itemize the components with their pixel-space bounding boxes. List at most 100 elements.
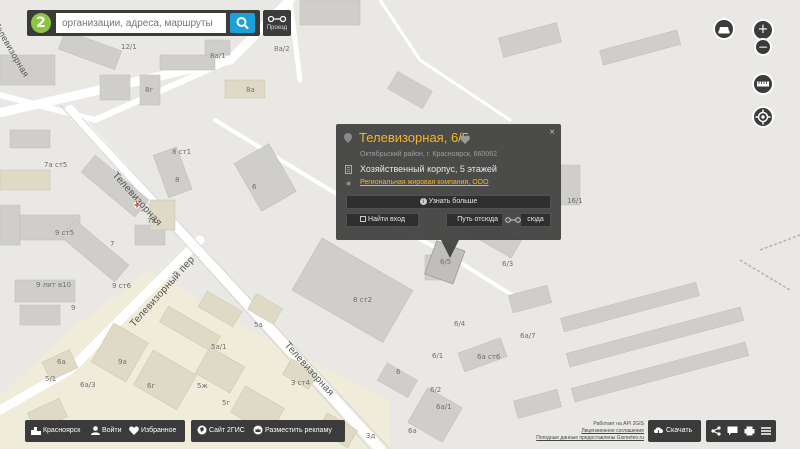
find-entrance-button[interactable]: Найти вход	[346, 213, 419, 227]
ruler-button[interactable]	[752, 73, 774, 95]
ruler-icon	[757, 81, 769, 87]
building-label: 5а/1	[211, 343, 227, 351]
popup-description: Хозяйственный корпус, 5 этажей	[360, 164, 497, 174]
zoom-out-button[interactable]: −	[754, 38, 772, 56]
user-icon	[91, 425, 100, 435]
building-label: 6а/7	[520, 332, 536, 340]
print-icon[interactable]	[744, 426, 755, 436]
building-label: 9 ст5	[55, 229, 75, 237]
building-label: 9	[71, 304, 76, 312]
railway	[739, 234, 800, 291]
building-label: 12/1	[121, 43, 137, 51]
building-label: 5ж	[197, 382, 208, 390]
popup-firm-link[interactable]: Региональная жировая компания, ООО	[360, 179, 489, 186]
site-2gis-link[interactable]: Сайт 2ГИС	[197, 420, 245, 442]
building-label: 6а	[57, 358, 66, 366]
geolocation-button[interactable]	[752, 106, 774, 128]
popup-title: Телевизорная, 6/5	[359, 130, 470, 145]
city-label: Красноярск	[42, 427, 81, 434]
building-label: 6а/1	[436, 403, 452, 411]
route-icon	[267, 15, 287, 23]
bottom-site-bar: Сайт 2ГИС Разместить рекламу	[191, 420, 345, 442]
city-selector[interactable]: Красноярск	[31, 420, 80, 442]
favorites-label: Избранное	[140, 427, 177, 434]
login-button[interactable]: Войти	[91, 420, 122, 442]
popup-close-button[interactable]: ×	[549, 127, 555, 138]
building-label: 8а/2	[274, 45, 290, 53]
comment-icon[interactable]	[727, 426, 738, 436]
more-info-label: Узнать больше	[428, 198, 478, 205]
building-label: 6а/3	[80, 381, 96, 389]
building-label: 8 ст1	[172, 148, 192, 156]
building-label: 6/3	[502, 260, 514, 268]
bottom-left-bar: Красноярск Войти Избранное	[25, 420, 185, 442]
attribution-api[interactable]: Работает на API 2GIS	[593, 421, 644, 427]
pin-icon	[344, 133, 352, 143]
traffic-button[interactable]	[713, 18, 735, 40]
search-button[interactable]	[230, 13, 255, 33]
ads-link[interactable]: Разместить рекламу	[253, 420, 332, 442]
building-label: 8г	[145, 86, 154, 94]
building-label: 7а ст5	[44, 161, 68, 169]
building-label: 9а	[118, 358, 127, 366]
globe-icon	[197, 425, 207, 435]
city-icon	[31, 426, 41, 435]
cloud-download-icon	[654, 427, 663, 435]
building-label: 6	[396, 368, 401, 376]
building-label: 8	[175, 176, 180, 184]
share-icon[interactable]	[711, 426, 721, 436]
heart-icon	[129, 426, 139, 435]
building-label: 3 ст4	[291, 379, 311, 387]
building-label: 6а	[408, 427, 417, 435]
more-info-button[interactable]: i Узнать больше	[346, 195, 551, 209]
route-link-icon	[505, 217, 521, 223]
popup-address: Октябрьский район, г. Красноярск, 660062	[360, 151, 498, 158]
building-label: 6г	[147, 382, 156, 390]
building-label: 6/4	[454, 320, 466, 328]
attribution-license[interactable]: Лицензионное соглашение	[581, 428, 644, 434]
bullet-icon	[346, 181, 351, 186]
search-input[interactable]	[56, 13, 226, 33]
building-label: 5г	[222, 399, 231, 407]
building-label: 8 ст2	[353, 296, 373, 304]
attribution-weather[interactable]: Погодные данные предоставлены Gismeteo.r…	[536, 435, 644, 441]
building-label: 6а ст6	[477, 353, 501, 361]
building-label: 6	[252, 183, 257, 191]
favorite-heart-icon[interactable]	[460, 135, 470, 144]
car-icon	[718, 27, 730, 34]
route-button[interactable]: Проезд	[263, 10, 291, 36]
search-bar: 2	[27, 10, 260, 36]
ads-label: Разместить рекламу	[264, 427, 332, 434]
building-popup: Телевизорная, 6/5 × Октябрьский район, г…	[336, 124, 561, 240]
building-icon	[345, 165, 352, 174]
site-2gis-label: Сайт 2ГИС	[208, 427, 245, 434]
popup-pointer	[441, 240, 459, 258]
route-from-label: Путь отсюда	[457, 216, 498, 223]
crown-icon	[253, 425, 263, 435]
building-label: 16/1	[567, 197, 583, 205]
location-target-icon	[755, 109, 771, 125]
search-icon	[236, 17, 249, 30]
route-label: Проезд	[266, 25, 288, 31]
favorites-button[interactable]: Избранное	[129, 420, 176, 442]
building-label: 3д	[366, 432, 376, 440]
building-label: 9 ст6	[112, 282, 132, 290]
download-item: Скачать	[653, 420, 692, 442]
tools-bar	[706, 420, 776, 442]
building-label: 6/5	[440, 258, 452, 266]
route-to-button[interactable]: сюда	[521, 213, 551, 227]
download-label: Скачать	[665, 427, 693, 434]
building-label: 5а	[254, 321, 263, 329]
route-from-button[interactable]: Путь отсюда	[446, 213, 502, 227]
find-entrance-label: Найти вход	[368, 216, 405, 223]
download-button[interactable]: Скачать	[648, 420, 701, 442]
2gis-logo-icon[interactable]: 2	[31, 13, 51, 33]
building-label: 8а/1	[210, 52, 226, 60]
building-label: 7	[110, 240, 115, 248]
building-label: 5/1	[45, 375, 57, 383]
login-label: Войти	[101, 427, 122, 434]
entrance-icon	[360, 216, 367, 223]
menu-icon[interactable]	[761, 427, 771, 435]
route-to-label: сюда	[527, 216, 544, 223]
building-label: 6/2	[430, 386, 442, 394]
